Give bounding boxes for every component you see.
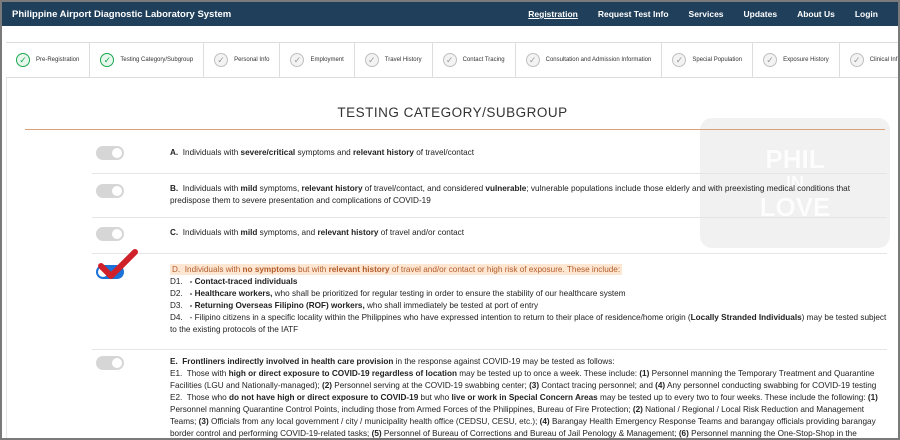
progress-steps: ✓ Pre-Registration ✓ Testing Category/Subgr… (6, 42, 898, 78)
nav-request-test-info[interactable]: Request Test Info (588, 9, 679, 19)
step-label: Pre-Registration (36, 57, 80, 63)
nav-login[interactable]: Login (845, 9, 888, 19)
step-label: Employment (310, 57, 344, 63)
check-circle-icon: ✓ (364, 53, 379, 67)
category-toggle[interactable] (96, 227, 124, 241)
step-7[interactable]: ✓ Consultation and Admission Information (516, 43, 663, 77)
category-row-d: D. Individuals with no symptoms but with… (92, 254, 887, 350)
check-circle-icon: ✓ (442, 53, 457, 67)
brand-title: Philippine Airport Diagnostic Laboratory… (12, 8, 232, 20)
check-circle-icon: ✓ (672, 53, 687, 67)
category-description: A. Individuals with severe/critical symp… (170, 148, 475, 157)
step-1[interactable]: ✓ Pre-Registration (6, 43, 91, 77)
step-label: Clinical Inf (869, 57, 898, 63)
nav-services[interactable]: Services (679, 9, 734, 19)
check-circle-icon: ✓ (763, 53, 778, 67)
nav-links: Registration Request Test Info Services … (518, 9, 888, 19)
nav-updates[interactable]: Updates (734, 9, 788, 19)
step-9[interactable]: ✓ Exposure History (753, 43, 840, 77)
step-label: Special Population (692, 57, 743, 63)
nav-about-us[interactable]: About Us (787, 9, 845, 19)
step-3[interactable]: ✓ Personal Info (204, 43, 281, 77)
category-toggle[interactable] (96, 356, 124, 370)
check-circle-icon: ✓ (214, 53, 229, 67)
step-2[interactable]: ✓ Testing Category/Subgroup (90, 43, 205, 77)
category-row-b: B. Individuals with mild symptoms, relev… (92, 174, 887, 218)
category-row-c: C. Individuals with mild symptoms, and r… (92, 218, 887, 254)
step-label: Travel History (384, 57, 422, 63)
title-divider (25, 129, 885, 130)
main-card: PHIL IN LOVE TESTING CATEGORY/SUBGROUP A… (6, 78, 898, 438)
check-circle-icon: ✓ (525, 53, 540, 67)
category-toggle[interactable] (96, 184, 124, 198)
category-description: B. Individuals with mild symptoms, relev… (170, 184, 850, 205)
category-description: D. Individuals with no symptoms but with… (170, 264, 887, 334)
category-row-a: A. Individuals with severe/critical symp… (92, 134, 887, 174)
nav-registration[interactable]: Registration (518, 9, 588, 19)
check-circle-icon: ✓ (290, 53, 305, 67)
step-label: Contact Tracing (462, 57, 505, 63)
category-toggle[interactable] (96, 146, 124, 160)
step-5[interactable]: ✓ Travel History (355, 43, 433, 77)
page-title: TESTING CATEGORY/SUBGROUP (337, 105, 568, 120)
checkmark-icon (98, 249, 138, 279)
check-circle-icon: ✓ (100, 53, 115, 67)
step-label: Exposure History (783, 57, 829, 63)
step-8[interactable]: ✓ Special Population (662, 43, 754, 77)
step-4[interactable]: ✓ Employment (280, 43, 355, 77)
step-label: Personal Info (234, 57, 270, 63)
category-description: C. Individuals with mild symptoms, and r… (170, 228, 465, 237)
top-navbar: Philippine Airport Diagnostic Laboratory… (2, 2, 898, 26)
step-label: Testing Category/Subgroup (120, 57, 194, 63)
step-10[interactable]: ✓ Clinical Inf (840, 43, 898, 77)
category-row-e: E. Frontliners indirectly involved in he… (92, 350, 887, 438)
step-label: Consultation and Admission Information (545, 57, 652, 63)
category-description: E. Frontliners indirectly involved in he… (170, 357, 878, 438)
step-6[interactable]: ✓ Contact Tracing (433, 43, 516, 77)
check-circle-icon: ✓ (849, 53, 864, 67)
check-circle-icon: ✓ (16, 53, 30, 67)
app-window: Philippine Airport Diagnostic Laboratory… (0, 0, 900, 440)
